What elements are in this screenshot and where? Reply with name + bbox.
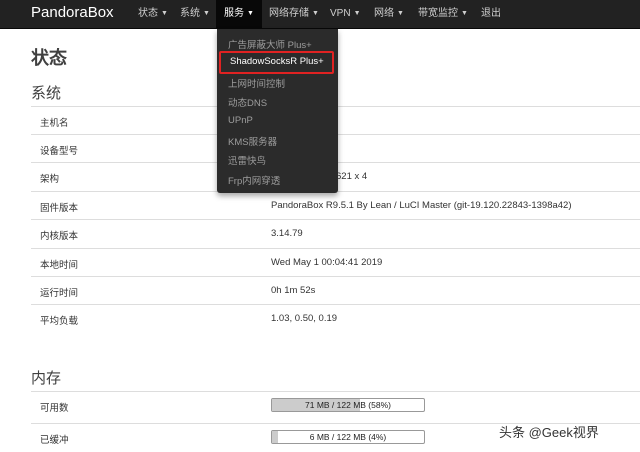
nav-bandwidth-monitor-label: 带宽监控 [418,8,458,19]
menu-item-kms-server[interactable]: KMS服务器 [228,134,277,148]
top-navbar: PandoraBox 状态 ▼ 系统 ▼ 服务 ▼ 网络存储 ▼ VPN ▼ 网络 ▼ 带宽… [0,0,640,29]
nav-status-label: 状态 [138,8,158,19]
chevron-down-icon: ▼ [461,10,468,17]
progress-label: 6 MB / 122 MB (4%) [309,432,387,442]
menu-item-ddns[interactable]: 动态DNS [228,95,267,109]
nav-system[interactable]: 系统 ▼ [178,0,212,28]
table-row-load-average: 平均负载 1.03, 0.50, 0.19 [31,304,640,333]
nav-network-storage-label: 网络存储 [269,8,309,19]
row-label: 平均负载 [40,316,79,327]
nav-network-label: 网络 [374,8,394,19]
row-value: 621 x 4 [336,171,368,182]
table-row-memory-free: 可用数 71 MB / 122 MB (58%) [31,391,640,420]
watermark: 头条 @Geek视界 [499,425,599,440]
row-label: 架构 [40,174,60,185]
menu-item-xunlei-accelerator[interactable]: 迅雷快鸟 [228,153,266,167]
chevron-down-icon: ▼ [247,10,254,17]
nav-vpn-label: VPN [330,8,351,19]
menu-item-ssr-plus-highlighted[interactable]: ShadowSocksR Plus+ [219,51,334,74]
nav-vpn[interactable]: VPN ▼ [328,0,363,28]
chevron-down-icon: ▼ [353,10,361,17]
row-label: 主机名 [40,118,69,129]
chevron-down-icon: ▼ [161,10,168,17]
table-row-firmware: 固件版本 PandoraBox R9.5.1 By Lean / LuCI Ma… [31,191,640,220]
row-value: PandoraBox R9.5.1 By Lean / LuCI Master … [271,200,572,211]
menu-item-adblock-plus[interactable]: 广告屏蔽大师 Plus+ [228,37,312,51]
menu-item-frp[interactable]: Frp内网穿透 [228,173,280,187]
nav-network[interactable]: 网络 ▼ [372,0,406,28]
nav-bandwidth-monitor[interactable]: 带宽监控 ▼ [416,0,470,28]
chevron-down-icon: ▼ [397,10,404,17]
chevron-down-icon: ▼ [312,10,319,17]
row-label: 可用数 [40,403,69,414]
row-label: 设备型号 [40,146,79,157]
row-label: 本地时间 [40,260,79,271]
row-value: 0h 1m 52s [271,285,316,296]
system-section-title: 系统 [31,85,62,102]
menu-item-parental-time-control[interactable]: 上网时间控制 [228,76,285,90]
page-title: 状态 [31,48,67,68]
nav-system-label: 系统 [180,8,200,19]
row-value: 1.03, 0.50, 0.19 [271,313,338,324]
row-label: 固件版本 [40,203,79,214]
nav-logout[interactable]: 退出 [479,0,503,28]
nav-logout-label: 退出 [481,8,501,19]
nav-services-label: 服务 [224,8,244,19]
memory-buffered-progress-bar: 6 MB / 122 MB (4%) [271,430,425,444]
progress-label: 71 MB / 122 MB (58%) [305,400,391,410]
nav-status[interactable]: 状态 ▼ [136,0,170,28]
table-row-local-time: 本地时间 Wed May 1 00:04:41 2019 [31,248,640,277]
table-row-uptime: 运行时间 0h 1m 52s [31,276,640,305]
row-label: 运行时间 [40,288,79,299]
menu-item-ssr-plus-label: ShadowSocksR Plus+ [230,56,324,67]
memory-section-title: 内存 [31,370,62,387]
row-label: 已缓冲 [40,435,69,446]
nav-network-storage[interactable]: 网络存储 ▼ [267,0,321,28]
row-value: 3.14.79 [271,228,303,239]
row-value: Wed May 1 00:04:41 2019 [271,257,383,268]
row-label: 内核版本 [40,231,79,242]
brand-logo[interactable]: PandoraBox [31,4,114,21]
table-row-kernel: 内核版本 3.14.79 [31,219,640,248]
nav-services[interactable]: 服务 ▼ [216,0,262,28]
menu-item-upnp[interactable]: UPnP [228,115,253,126]
chevron-down-icon: ▼ [203,10,210,17]
memory-free-progress-bar: 71 MB / 122 MB (58%) [271,398,425,412]
